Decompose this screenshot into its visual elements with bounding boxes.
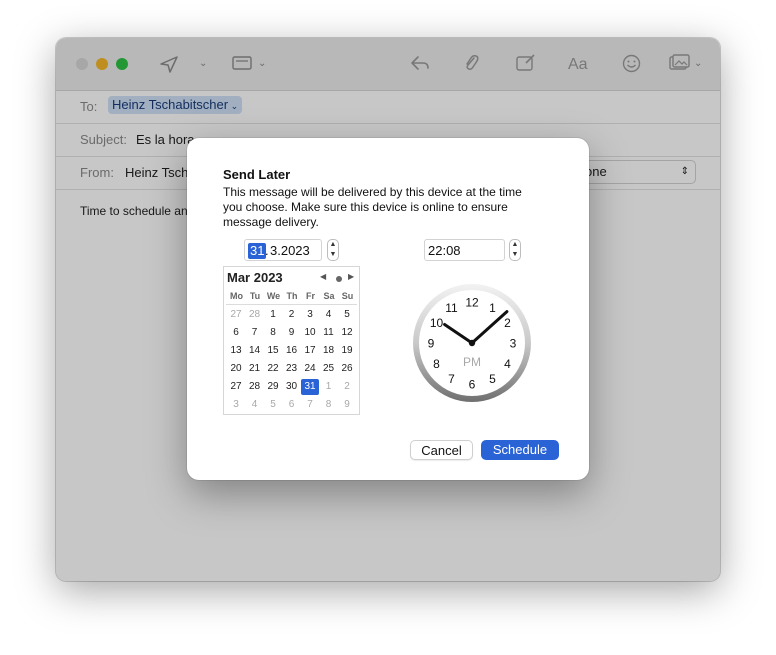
calendar-day[interactable]: 30	[283, 379, 301, 395]
dialog-title: Send Later	[223, 167, 291, 182]
calendar-day[interactable]: 17	[301, 343, 319, 359]
calendar-day[interactable]: 15	[264, 343, 282, 359]
calendar-day[interactable]: 28	[246, 307, 264, 323]
calendar-day[interactable]: 10	[301, 325, 319, 341]
clock-number: 2	[504, 316, 511, 330]
clock-center-pin	[468, 339, 476, 347]
calendar-day[interactable]: 5	[264, 397, 282, 413]
today-dot-icon[interactable]	[336, 276, 342, 282]
calendar-day[interactable]: 22	[264, 361, 282, 377]
calendar-day[interactable]: 7	[301, 397, 319, 413]
weekday-header: Th	[286, 291, 298, 301]
calendar-day[interactable]: 5	[338, 307, 356, 323]
calendar-day[interactable]: 26	[338, 361, 356, 377]
clock-number: 6	[469, 378, 476, 392]
schedule-button[interactable]: Schedule	[481, 440, 559, 460]
calendar-day[interactable]: 14	[246, 343, 264, 359]
calendar-day[interactable]: 21	[246, 361, 264, 377]
calendar-day[interactable]: 8	[320, 397, 338, 413]
calendar-day[interactable]: 19	[338, 343, 356, 359]
clock-number: 4	[504, 357, 511, 371]
calendar-day[interactable]: 24	[301, 361, 319, 377]
calendar-day[interactable]: 20	[227, 361, 245, 377]
calendar-day[interactable]: 2	[283, 307, 301, 323]
clock-number: 9	[428, 337, 435, 351]
weekday-header: Tu	[249, 291, 261, 301]
calendar-day[interactable]: 29	[264, 379, 282, 395]
calendar-day[interactable]: 9	[338, 397, 356, 413]
calendar-day[interactable]: 27	[227, 307, 245, 323]
calendar-day[interactable]: 18	[320, 343, 338, 359]
calendar-day[interactable]: 8	[264, 325, 282, 341]
calendar-day[interactable]: 4	[320, 307, 338, 323]
chevron-down-icon[interactable]: ▼	[510, 250, 520, 260]
next-month-icon[interactable]: ▶	[348, 272, 354, 281]
calendar-day[interactable]: 16	[283, 343, 301, 359]
calendar-day[interactable]: 13	[227, 343, 245, 359]
calendar-day[interactable]: 3	[227, 397, 245, 413]
send-later-dialog: Send Later This message will be delivere…	[187, 138, 589, 480]
calendar-day[interactable]: 23	[283, 361, 301, 377]
calendar-picker[interactable]: Mar 2023 ◀ ▶ Mo Tu We Th Fr Sa Su 27 28 1 2 3 4 5 6 7 8 9…	[223, 266, 360, 415]
date-stepper[interactable]: ▲ ▼	[327, 239, 339, 261]
chevron-up-icon[interactable]: ▲	[510, 240, 520, 250]
calendar-day[interactable]: 1	[320, 379, 338, 395]
weekday-header: Sa	[323, 291, 335, 301]
previous-month-icon[interactable]: ◀	[320, 272, 326, 281]
date-day-segment[interactable]: 31	[248, 243, 267, 259]
time-value[interactable]: 22:08	[428, 240, 461, 262]
clock-number: 8	[433, 357, 440, 371]
calendar-day[interactable]: 7	[246, 325, 264, 341]
calendar-day[interactable]: 28	[246, 379, 264, 395]
clock-number: 3	[510, 337, 517, 351]
calendar-month-label: Mar 2023	[227, 270, 283, 285]
cancel-button[interactable]: Cancel	[410, 440, 473, 460]
calendar-day[interactable]: 27	[227, 379, 245, 395]
clock-number: 10	[430, 316, 444, 330]
clock-number: 12	[465, 296, 479, 310]
calendar-day[interactable]: 1	[264, 307, 282, 323]
clock-face[interactable]: 12 12 3 45678 9 1011 PM	[412, 283, 532, 403]
weekday-header: Fr	[306, 291, 315, 301]
calendar-day[interactable]: 3	[301, 307, 319, 323]
clock-number: 7	[448, 372, 455, 386]
clock-number: 1	[489, 301, 496, 315]
calendar-day[interactable]: 12	[338, 325, 356, 341]
clock-period-label: PM	[463, 355, 481, 369]
date-field[interactable]: 31 . 3.2023	[244, 239, 322, 261]
calendar-day[interactable]: 6	[283, 397, 301, 413]
calendar-day[interactable]: 6	[227, 325, 245, 341]
calendar-day[interactable]: 9	[283, 325, 301, 341]
date-separator: .	[265, 243, 269, 258]
calendar-divider	[226, 304, 357, 305]
chevron-down-icon[interactable]: ▼	[328, 250, 338, 260]
clock-number: 11	[445, 301, 458, 315]
time-field[interactable]: 22:08	[424, 239, 505, 261]
date-month-year-segment[interactable]: 3.2023	[270, 240, 310, 262]
calendar-day-selected[interactable]: 31	[301, 379, 319, 395]
calendar-day[interactable]: 4	[246, 397, 264, 413]
dialog-message: This message will be delivered by this d…	[223, 185, 522, 229]
calendar-day[interactable]: 11	[320, 325, 338, 341]
weekday-header: Su	[341, 291, 354, 301]
weekday-header: Mo	[230, 291, 243, 301]
chevron-up-icon[interactable]: ▲	[328, 240, 338, 250]
time-stepper[interactable]: ▲ ▼	[509, 239, 521, 261]
calendar-day[interactable]: 2	[338, 379, 356, 395]
weekday-header: We	[266, 291, 281, 301]
calendar-day[interactable]: 25	[320, 361, 338, 377]
clock-number: 5	[489, 372, 496, 386]
